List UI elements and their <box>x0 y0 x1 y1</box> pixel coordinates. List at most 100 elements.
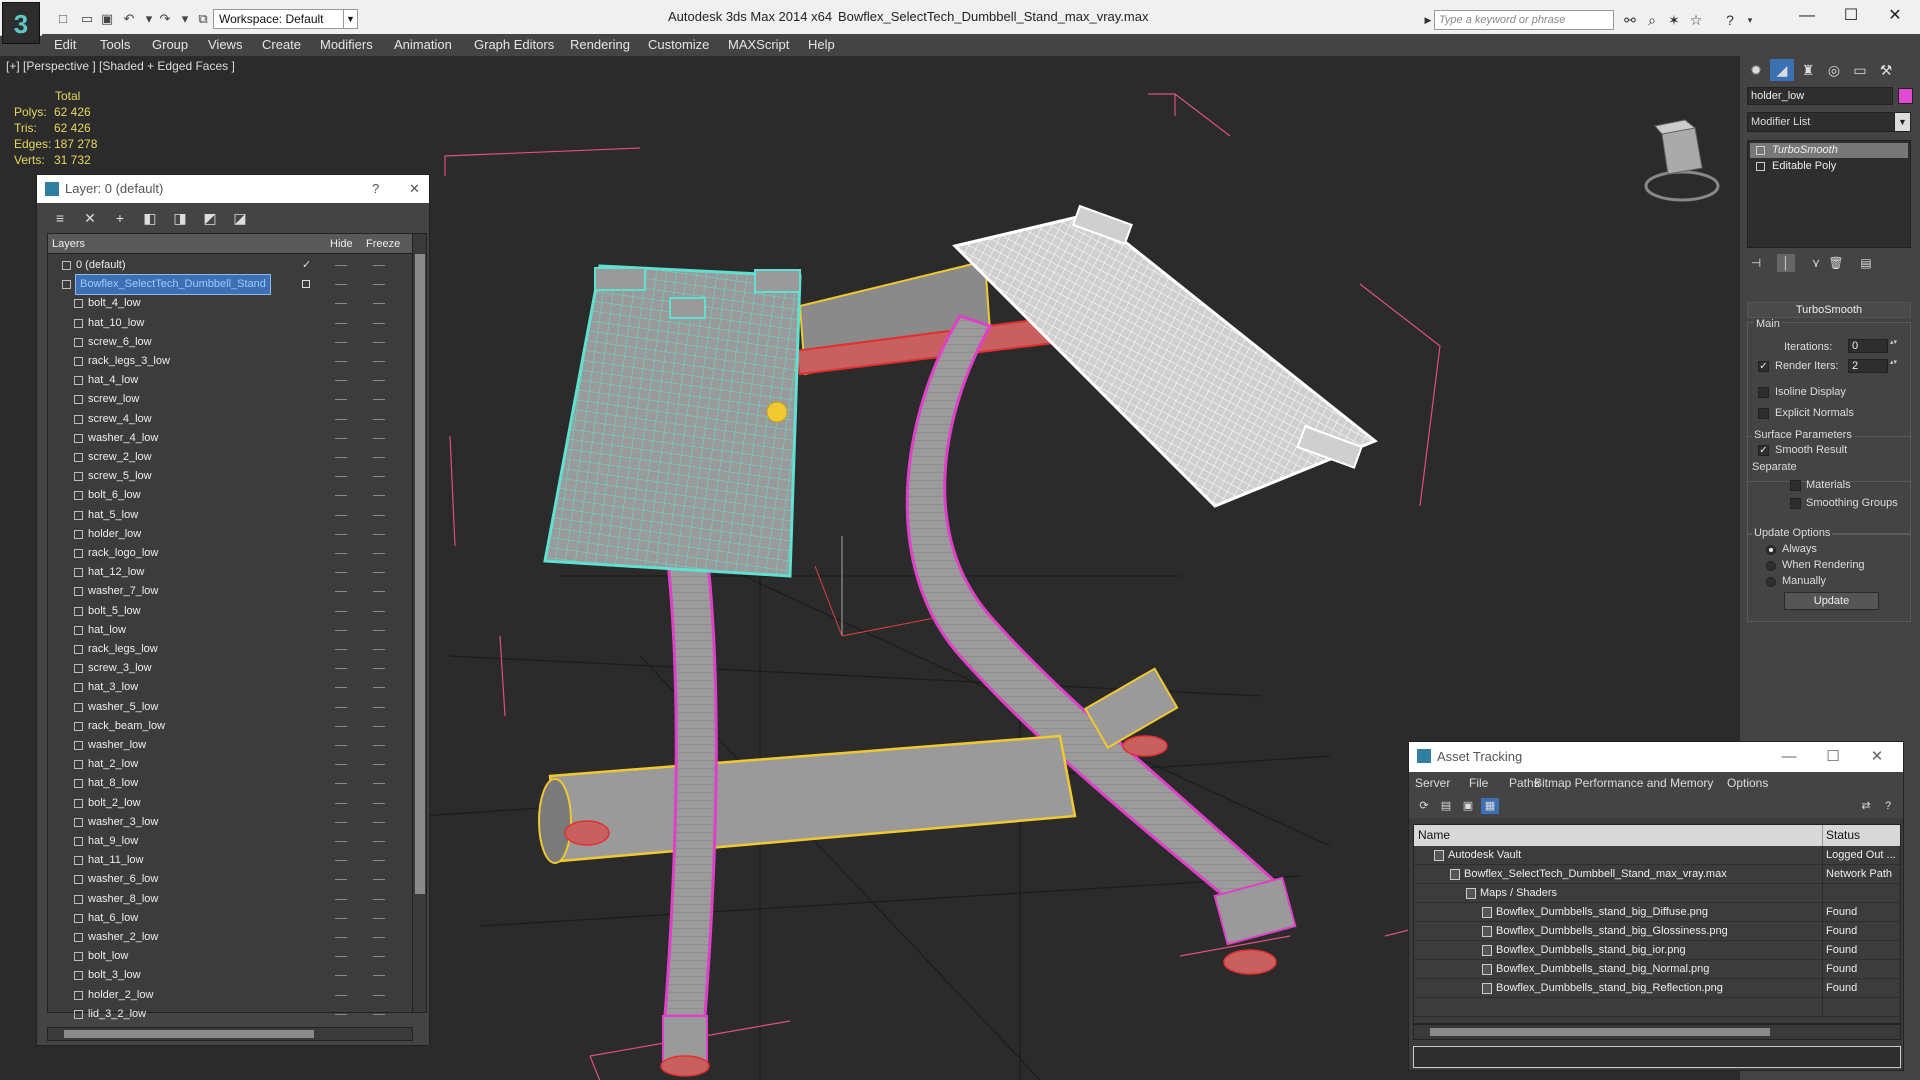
isoline-display-checkbox[interactable] <box>1758 387 1769 398</box>
undo-icon[interactable]: ↶ <box>120 10 138 28</box>
asset-menu-server[interactable]: Server <box>1415 772 1450 794</box>
hide-toggle[interactable] <box>335 437 347 439</box>
menu-animation[interactable]: Animation <box>394 34 452 56</box>
hide-toggle[interactable] <box>335 399 347 401</box>
create-tab-icon[interactable]: ✹ <box>1744 59 1768 81</box>
freeze-toggle[interactable] <box>373 898 385 900</box>
freeze-toggle[interactable] <box>373 572 385 574</box>
asset-horizontal-scrollbar[interactable] <box>1413 1024 1901 1040</box>
hide-toggle[interactable] <box>335 457 347 458</box>
layer-row[interactable]: washer_2_low <box>48 928 413 947</box>
freeze-toggle[interactable] <box>373 917 385 919</box>
hierarchy-tab-icon[interactable]: ♜ <box>1796 59 1820 81</box>
layer-row[interactable]: rack_beam_low <box>48 717 413 736</box>
highlight-layer-icon[interactable]: ◨ <box>171 209 189 227</box>
redo-icon[interactable]: ↷ <box>156 10 174 28</box>
layer-row[interactable]: rack_legs_low <box>48 640 413 659</box>
scroll-thumb[interactable] <box>64 1030 314 1038</box>
freeze-toggle[interactable] <box>373 495 385 497</box>
hide-toggle[interactable] <box>335 725 347 727</box>
freeze-toggle[interactable] <box>373 937 385 938</box>
freeze-toggle[interactable] <box>373 361 385 362</box>
layer-row[interactable]: bolt_4_low <box>48 294 413 313</box>
asset-row[interactable] <box>1414 998 1900 1017</box>
freeze-toggle[interactable] <box>373 668 385 670</box>
modifier-list-dropdown[interactable]: Modifier List ▼ <box>1747 112 1911 132</box>
hide-toggle[interactable] <box>335 783 347 785</box>
freeze-toggle[interactable] <box>373 841 385 842</box>
asset-row[interactable]: Bowflex_Dumbbells_stand_big_Glossiness.p… <box>1414 922 1900 941</box>
redo-dropdown-icon[interactable]: ▾ <box>176 10 194 28</box>
workspace-dropdown[interactable]: Workspace: Default ▼ <box>213 9 358 29</box>
freeze-toggle[interactable] <box>373 610 385 612</box>
update-button[interactable]: Update <box>1784 592 1879 610</box>
hide-toggle[interactable] <box>335 610 347 612</box>
materials-checkbox[interactable] <box>1790 480 1801 491</box>
render-iters-checkbox[interactable]: ✓ <box>1758 361 1769 372</box>
layer-row[interactable]: hat_4_low <box>48 371 413 390</box>
menu-views[interactable]: Views <box>208 34 242 56</box>
hide-toggle[interactable] <box>335 956 347 958</box>
freeze-toggle[interactable] <box>373 706 385 708</box>
menu-edit[interactable]: Edit <box>54 34 76 56</box>
smooth-result-checkbox[interactable]: ✓ <box>1758 445 1769 456</box>
layer-row[interactable]: hat_11_low <box>48 851 413 870</box>
hide-toggle[interactable] <box>335 322 347 324</box>
layer-row[interactable]: washer_6_low <box>48 870 413 889</box>
hide-toggle[interactable] <box>335 994 347 996</box>
layer-row[interactable]: washer_7_low <box>48 582 413 601</box>
hide-toggle[interactable] <box>335 514 347 516</box>
layer-row[interactable]: hat_2_low <box>48 755 413 774</box>
freeze-toggle[interactable] <box>373 322 385 324</box>
hide-toggle[interactable] <box>335 687 347 689</box>
hide-toggle[interactable] <box>335 917 347 919</box>
freeze-toggle[interactable] <box>373 380 385 382</box>
freeze-toggle[interactable] <box>373 764 385 766</box>
hide-toggle[interactable] <box>335 533 347 535</box>
hide-all-layers-icon[interactable]: ◩ <box>201 209 219 227</box>
asset-menu-file[interactable]: File <box>1469 772 1488 794</box>
hide-toggle[interactable] <box>335 572 347 574</box>
asset-dialog-titlebar[interactable]: Asset Tracking — ☐ ✕ <box>1409 742 1903 772</box>
asset-menu-options[interactable]: Options <box>1727 772 1768 794</box>
layer-row[interactable]: hat_5_low <box>48 506 413 525</box>
pin-stack-icon[interactable]: ⊣ <box>1747 254 1765 272</box>
layer-row[interactable]: hat_12_low <box>48 563 413 582</box>
layer-row[interactable]: hat_3_low <box>48 678 413 697</box>
explicit-normals-checkbox[interactable] <box>1758 408 1769 419</box>
layer-row[interactable]: screw_low <box>48 390 413 409</box>
scroll-thumb[interactable] <box>1430 1028 1770 1036</box>
menu-customize[interactable]: Customize <box>648 34 709 56</box>
turbosmooth-rollout[interactable]: TurboSmooth <box>1747 302 1911 318</box>
freeze-toggle[interactable] <box>373 745 385 746</box>
menu-rendering[interactable]: Rendering <box>570 34 630 56</box>
freeze-toggle[interactable] <box>373 687 385 689</box>
freeze-toggle[interactable] <box>373 783 385 785</box>
make-unique-icon[interactable]: ⋎ <box>1807 254 1825 272</box>
hide-toggle[interactable] <box>335 841 347 842</box>
layer-row[interactable]: holder_low <box>48 525 413 544</box>
layer-row[interactable]: 0 (default) ✓ <box>48 256 413 275</box>
hide-toggle[interactable] <box>335 764 347 766</box>
layer-row[interactable]: washer_4_low <box>48 429 413 448</box>
search-input[interactable]: Type a keyword or phrase <box>1434 10 1614 30</box>
project-folder-icon[interactable]: ⧉ <box>194 10 212 28</box>
vault-login-icon[interactable]: ⇄ <box>1857 798 1875 814</box>
asset-row[interactable]: Bowflex_Dumbbells_stand_big_ior.png Found <box>1414 941 1900 960</box>
hide-toggle[interactable] <box>335 649 347 650</box>
hide-toggle[interactable] <box>335 380 347 382</box>
thumbnail-view-icon[interactable]: ▣ <box>1459 798 1477 814</box>
menu-modifiers[interactable]: Modifiers <box>320 34 373 56</box>
hide-toggle[interactable] <box>335 303 347 305</box>
layer-horizontal-scrollbar[interactable] <box>47 1027 413 1041</box>
set-current-layer-icon[interactable] <box>302 280 310 289</box>
stack-item-turbosmooth[interactable]: TurboSmooth <box>1750 143 1908 158</box>
hide-toggle[interactable] <box>335 745 347 746</box>
freeze-toggle[interactable] <box>373 437 385 439</box>
layer-row[interactable]: hat_low <box>48 621 413 640</box>
add-to-layer-icon[interactable]: + <box>111 209 129 227</box>
hide-toggle[interactable] <box>335 1013 347 1015</box>
utilities-tab-icon[interactable]: ⚒ <box>1874 59 1898 81</box>
layer-row[interactable]: screw_4_low <box>48 410 413 429</box>
freeze-toggle[interactable] <box>373 725 385 727</box>
